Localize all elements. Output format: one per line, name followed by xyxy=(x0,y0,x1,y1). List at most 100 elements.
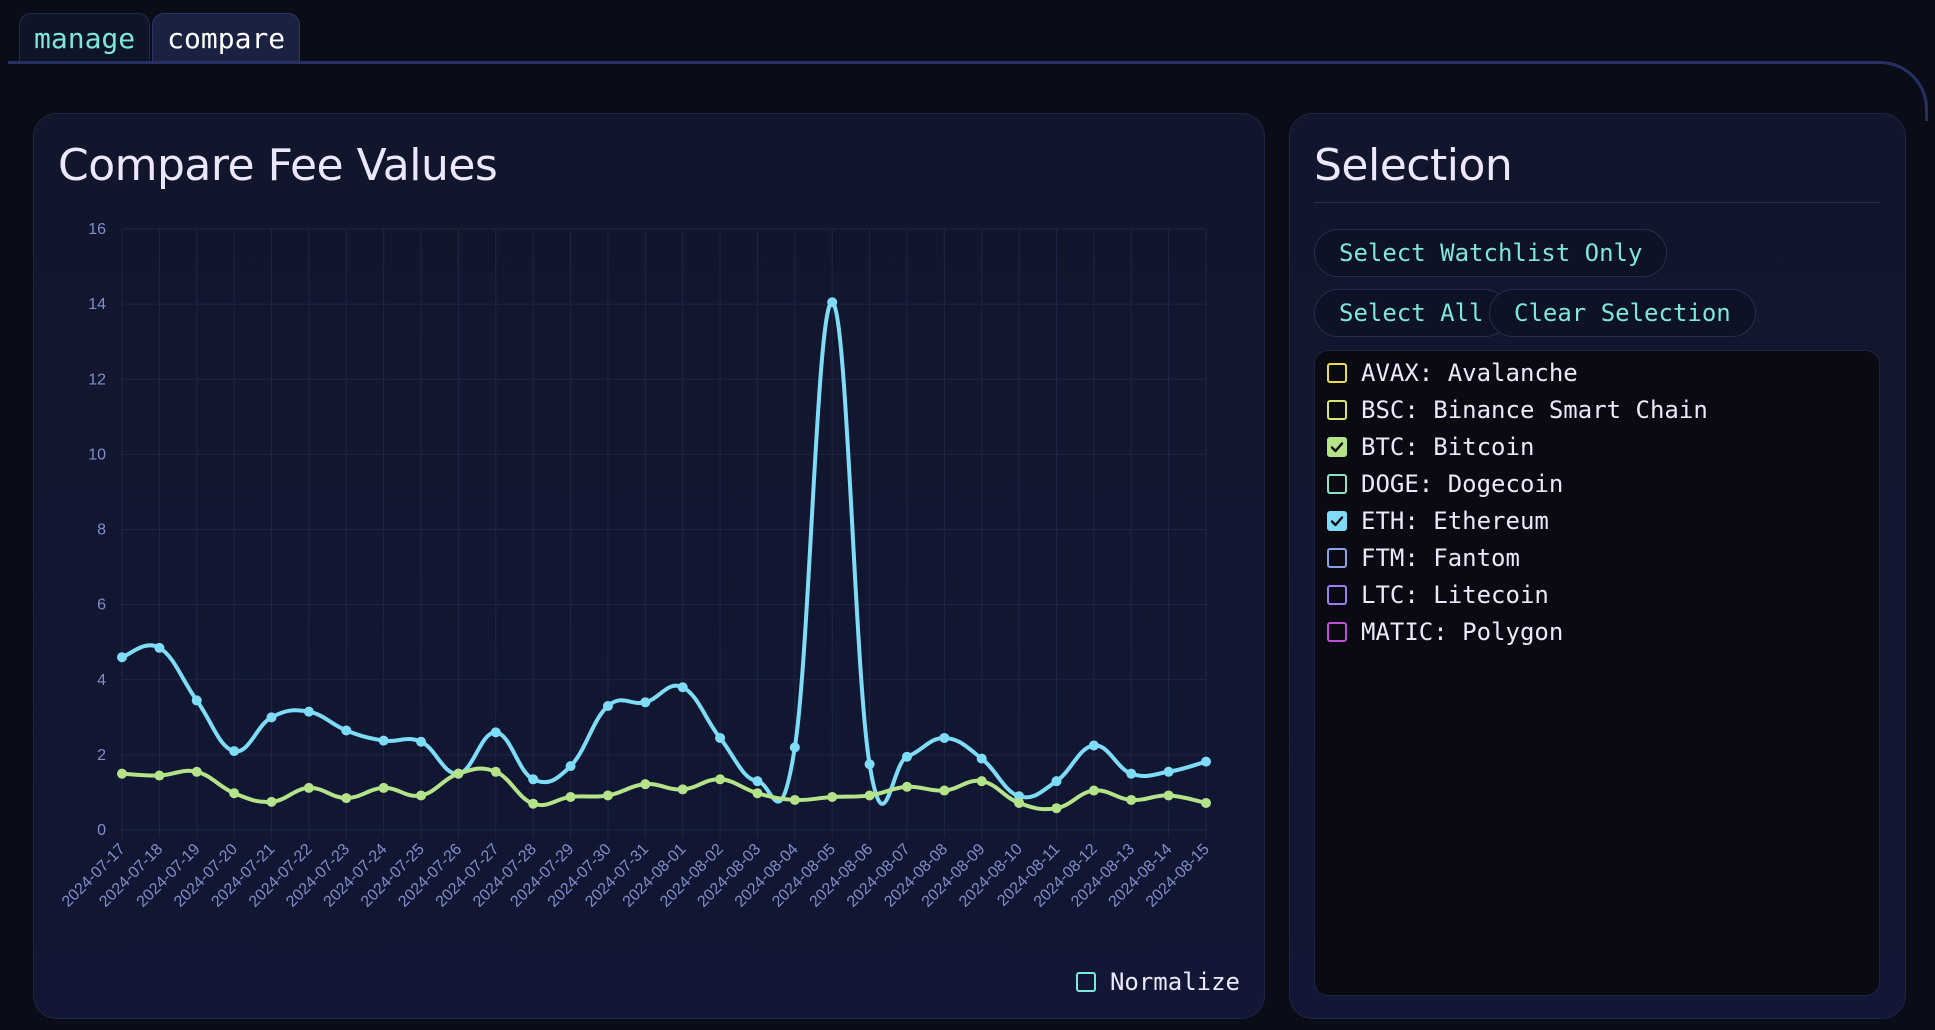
normalize-label: Normalize xyxy=(1109,968,1240,996)
data-point xyxy=(378,735,389,746)
select-watchlist-button[interactable]: Select Watchlist Only xyxy=(1314,229,1668,277)
data-point xyxy=(1051,776,1062,787)
coin-item[interactable]: BSC: Binance Smart Chain xyxy=(1327,395,1708,425)
coin-checkbox[interactable] xyxy=(1327,511,1347,531)
clear-selection-button[interactable]: Clear Selection xyxy=(1489,289,1756,337)
coin-item[interactable]: AVAX: Avalanche xyxy=(1327,358,1578,388)
data-point xyxy=(677,682,688,693)
data-point xyxy=(191,695,202,706)
data-point xyxy=(490,766,501,777)
y-tick-label: 16 xyxy=(88,221,106,238)
coin-label: BTC: Bitcoin xyxy=(1361,433,1535,461)
coin-label: AVAX: Avalanche xyxy=(1361,359,1578,387)
y-tick-label: 4 xyxy=(97,672,106,689)
y-tick-label: 8 xyxy=(97,522,106,539)
data-point xyxy=(789,794,800,805)
check-icon xyxy=(1330,442,1344,453)
data-point xyxy=(1014,797,1025,808)
data-point xyxy=(939,785,950,796)
data-point xyxy=(715,774,726,785)
data-point xyxy=(864,790,875,801)
data-point xyxy=(565,791,576,802)
data-point xyxy=(266,712,277,723)
tab-compare[interactable]: compare xyxy=(152,13,301,62)
coin-checkbox[interactable] xyxy=(1327,400,1347,420)
data-point xyxy=(1163,790,1174,801)
coin-checkbox[interactable] xyxy=(1327,585,1347,605)
data-point xyxy=(640,697,651,708)
data-point xyxy=(154,770,165,781)
coin-checkbox[interactable] xyxy=(1327,622,1347,642)
data-point xyxy=(976,776,987,787)
coin-item[interactable]: LTC: Litecoin xyxy=(1327,580,1549,610)
data-point xyxy=(939,732,950,743)
data-point xyxy=(416,736,427,747)
data-point xyxy=(528,774,539,785)
data-point xyxy=(453,768,464,779)
check-icon xyxy=(1330,516,1344,527)
data-point xyxy=(341,725,352,736)
data-point xyxy=(117,768,127,779)
data-point xyxy=(1126,794,1137,805)
y-tick-label: 0 xyxy=(97,822,106,839)
coin-item[interactable]: BTC: Bitcoin xyxy=(1327,432,1534,462)
tab-bar: manage compare xyxy=(19,13,301,62)
coin-item[interactable]: FTM: Fantom xyxy=(1327,543,1520,573)
normalize-checkbox[interactable] xyxy=(1075,972,1096,992)
data-point xyxy=(715,732,726,743)
data-point xyxy=(602,701,613,712)
data-point xyxy=(1051,803,1062,814)
data-point xyxy=(752,788,763,799)
data-point xyxy=(864,759,875,770)
series-line xyxy=(121,300,1207,806)
coin-item[interactable]: MATIC: Polygon xyxy=(1327,617,1563,647)
data-point xyxy=(117,652,127,663)
data-point xyxy=(266,796,277,807)
data-point xyxy=(1201,756,1211,767)
data-point xyxy=(1088,740,1099,751)
tab-content-border xyxy=(8,61,1928,121)
tab-manage[interactable]: manage xyxy=(19,13,151,62)
coin-checkbox[interactable] xyxy=(1327,363,1347,383)
coin-list: AVAX: Avalanche BSC: Binance Smart Chain B… xyxy=(1314,350,1880,996)
select-all-button[interactable]: Select All xyxy=(1314,289,1509,337)
fee-line-chart: 02468101214162024-07-172024-07-182024-07… xyxy=(59,221,1213,911)
data-point xyxy=(901,751,912,762)
data-point xyxy=(1088,785,1099,796)
data-point xyxy=(303,782,314,793)
data-point xyxy=(528,798,539,809)
data-point xyxy=(1163,766,1174,777)
data-point xyxy=(752,776,763,787)
data-point xyxy=(1126,768,1137,779)
coin-item[interactable]: ETH: Ethereum xyxy=(1327,506,1549,536)
coin-item[interactable]: DOGE: Dogecoin xyxy=(1327,469,1563,499)
data-point xyxy=(490,727,501,738)
data-point xyxy=(229,746,240,757)
selection-panel: Selection Select Watchlist Only Select A… xyxy=(1289,113,1906,1019)
data-point xyxy=(303,706,314,717)
data-point xyxy=(191,766,202,777)
coin-label: ETH: Ethereum xyxy=(1361,507,1549,535)
coin-label: LTC: Litecoin xyxy=(1361,581,1549,609)
y-tick-label: 6 xyxy=(97,597,106,614)
coin-checkbox[interactable] xyxy=(1327,437,1347,457)
normalize-toggle[interactable]: Normalize xyxy=(1075,968,1240,996)
coin-checkbox[interactable] xyxy=(1327,548,1347,568)
chart-panel: Compare Fee Values 0 2 4 6 8 10 12 14 16 2024-07-… xyxy=(33,113,1265,1019)
data-point xyxy=(901,781,912,792)
coin-checkbox[interactable] xyxy=(1327,474,1347,494)
data-point xyxy=(1201,797,1211,808)
data-point xyxy=(341,793,352,804)
coin-label: MATIC: Polygon xyxy=(1361,618,1564,646)
y-tick-label: 2 xyxy=(97,747,106,764)
divider xyxy=(1314,202,1880,203)
data-point xyxy=(229,788,240,799)
data-point xyxy=(378,782,389,793)
selection-panel-title: Selection xyxy=(1314,140,1513,191)
data-point xyxy=(154,642,165,653)
data-point xyxy=(602,790,613,801)
data-point xyxy=(827,297,838,308)
data-point xyxy=(640,779,651,790)
coin-label: DOGE: Dogecoin xyxy=(1361,470,1564,498)
y-tick-label: 10 xyxy=(88,446,106,463)
